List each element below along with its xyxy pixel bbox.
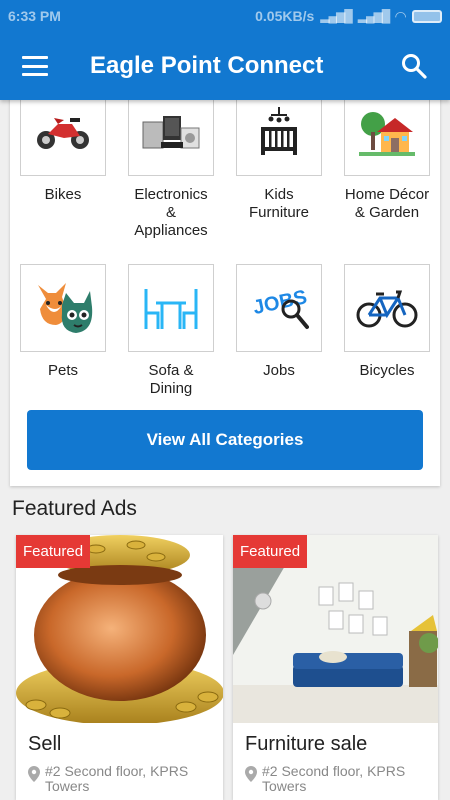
app-title: Eagle Point Connect [90, 52, 324, 79]
search-icon[interactable] [400, 52, 428, 80]
app-bar: 6:33 PM 0.05KB/s ▂▄▆█ ▂▄▆█ ◠ Eagle Point… [0, 0, 450, 100]
category-tile[interactable] [20, 264, 106, 352]
category-label: Sofa & Dining [148, 362, 194, 397]
category-label: Bikes [44, 186, 82, 203]
category-pets[interactable]: Pets [20, 264, 106, 380]
category-tile[interactable] [128, 88, 214, 176]
view-all-categories-button[interactable]: View All Categories [27, 410, 423, 470]
ad-location: #2 Second floor, KPRS Towers [28, 764, 223, 794]
category-tile[interactable] [344, 264, 430, 352]
status-bar: 6:33 PM 0.05KB/s ▂▄▆█ ▂▄▆█ ◠ [0, 0, 450, 32]
status-icons: 0.05KB/s ▂▄▆█ ▂▄▆█ ◠ [255, 8, 442, 25]
ad-location: #2 Second floor, KPRS Towers [245, 764, 438, 794]
category-label: Electronics & Appliances [134, 186, 208, 239]
category-bikes[interactable]: Bikes [20, 88, 106, 204]
ad-location-text: #2 Second floor, KPRS Towers [45, 763, 189, 794]
category-home-decor[interactable]: Home Décor & Garden [344, 88, 430, 222]
electronics-icon [142, 116, 200, 149]
category-electronics[interactable]: Electronics & Appliances [128, 88, 214, 240]
featured-badge: Featured [233, 535, 308, 568]
pets-icon [38, 283, 93, 333]
category-tile[interactable]: JOBS [236, 264, 322, 352]
category-kids-furniture[interactable]: Kids Furniture [236, 88, 322, 222]
featured-ads-heading: Featured Ads [12, 497, 137, 520]
ad-card-sell[interactable]: Featured Sell #2 Second floor, KPRS Towe… [16, 535, 223, 800]
crib-icon [261, 107, 297, 155]
category-label: Home Décor & Garden [344, 186, 430, 221]
dining-icon [144, 289, 198, 329]
battery-icon [412, 9, 442, 23]
hamburger-icon[interactable] [22, 56, 48, 76]
ad-card-furniture-sale[interactable]: Featured Furniture sale #2 Second floor,… [233, 535, 438, 800]
categories-card: Bikes Electronics & Appliances Kids Furn… [10, 80, 440, 486]
featured-badge: Featured [16, 535, 91, 568]
signal-icon: ▂▄▆█ [320, 9, 352, 23]
category-sofa-dining[interactable]: Sofa & Dining [128, 264, 214, 398]
motorbike-icon [37, 118, 89, 149]
category-bicycles[interactable]: Bicycles [344, 264, 430, 380]
house-icon [359, 112, 415, 156]
location-pin-icon [28, 766, 40, 782]
category-label: Kids Furniture [248, 186, 310, 221]
bicycle-icon [356, 290, 418, 328]
category-tile[interactable] [344, 88, 430, 176]
category-jobs[interactable]: JOBS Jobs [236, 264, 322, 380]
ad-location-text: #2 Second floor, KPRS Towers [262, 763, 406, 794]
category-tile[interactable] [236, 88, 322, 176]
network-speed: 0.05KB/s [255, 8, 315, 24]
category-tile[interactable] [128, 264, 214, 352]
category-label: Pets [47, 362, 78, 379]
category-label: Jobs [263, 362, 295, 379]
category-label: Bicycles [359, 362, 415, 379]
category-tile[interactable] [20, 88, 106, 176]
ad-title: Sell [28, 733, 62, 755]
ad-image-living-room[interactable]: Featured [233, 535, 438, 723]
signal-icon-2: ▂▄▆█ [357, 9, 390, 23]
wifi-icon: ◠ [395, 7, 406, 24]
status-time: 6:33 PM [8, 8, 61, 24]
toolbar: Eagle Point Connect [0, 32, 450, 100]
jobs-icon: JOBS [251, 286, 309, 329]
ad-title: Furniture sale [245, 733, 368, 755]
ad-image-gold-coins[interactable]: Featured [16, 535, 223, 723]
location-pin-icon [245, 766, 257, 782]
svg-text:JOBS: JOBS [251, 286, 309, 319]
